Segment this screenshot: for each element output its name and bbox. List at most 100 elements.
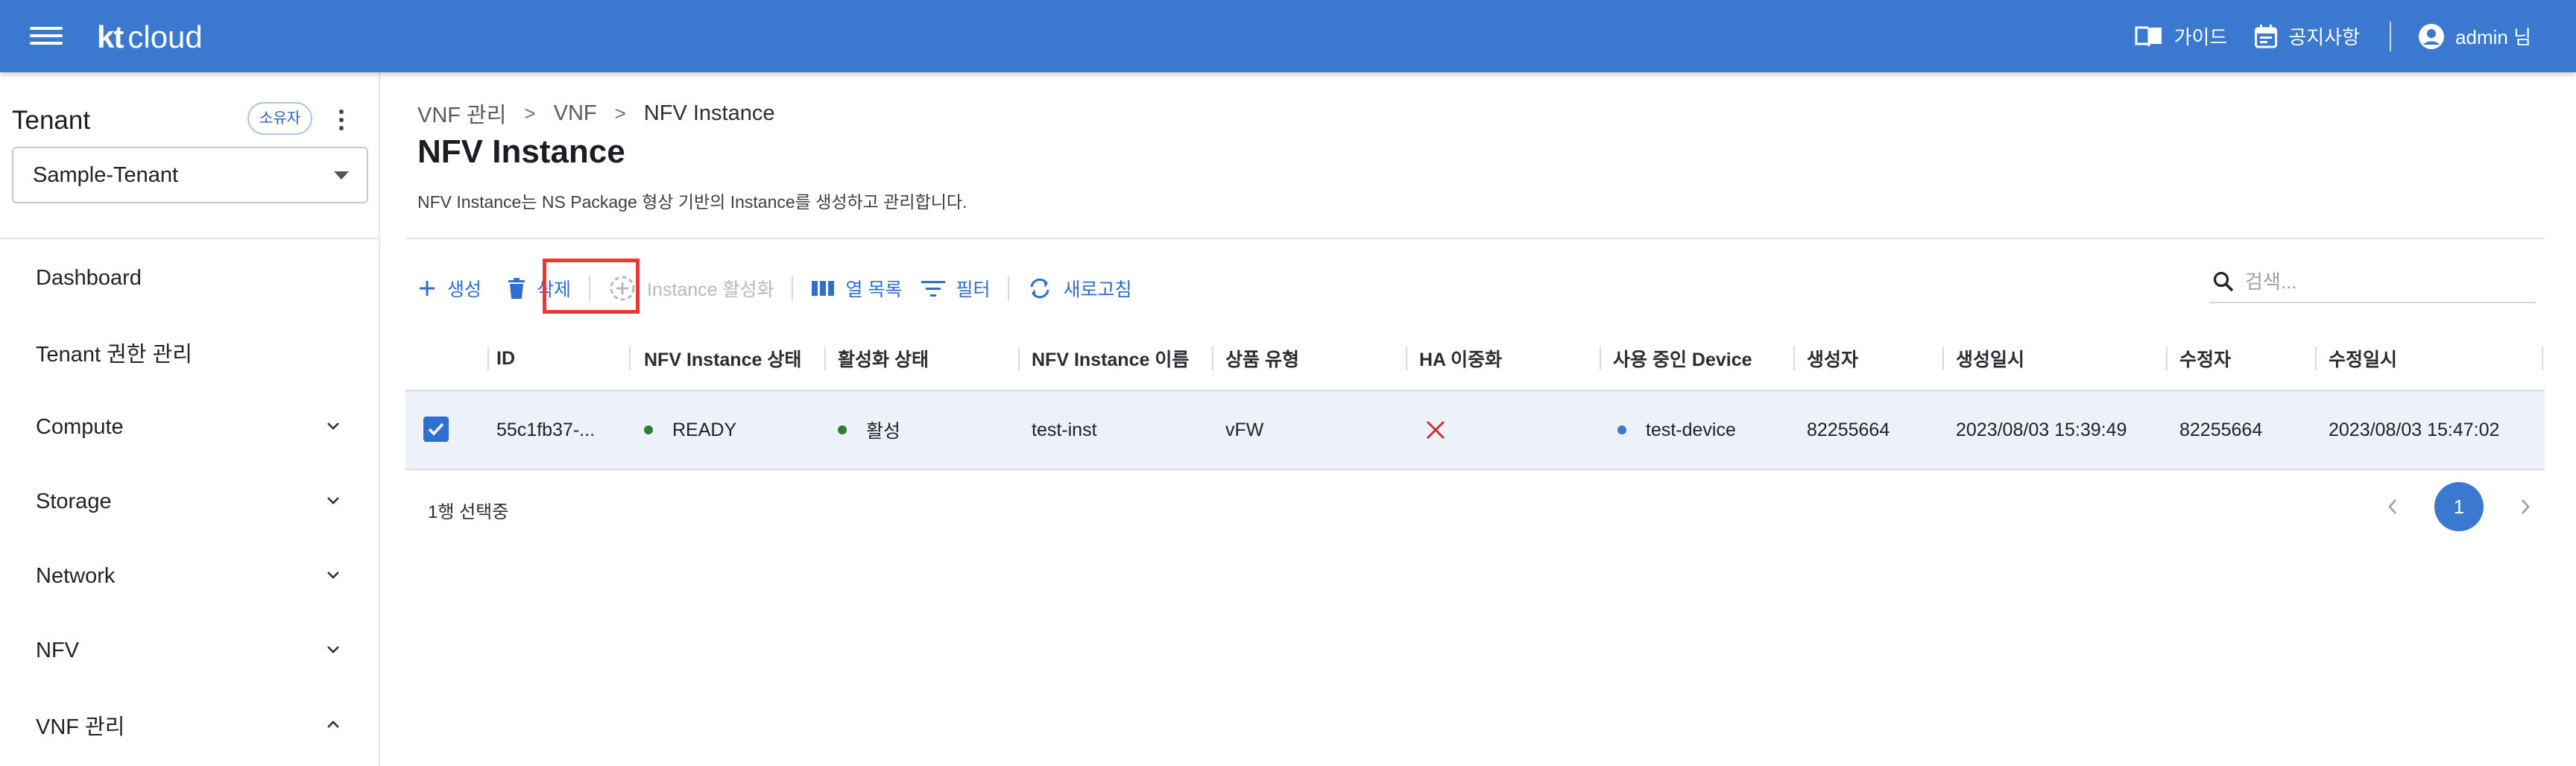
delete-label: 삭제 bbox=[537, 279, 572, 300]
column-header-ha[interactable]: HA 이중화 bbox=[1419, 327, 1502, 390]
filter-button[interactable]: 필터 bbox=[921, 275, 990, 302]
column-header-nfv-status[interactable]: NFV Instance 상태 bbox=[644, 327, 801, 390]
toolbar-divider bbox=[589, 276, 591, 301]
column-separator bbox=[824, 346, 826, 370]
table-row[interactable]: 55c1fb37-... READY 활성 test-inst vFW test… bbox=[405, 390, 2545, 470]
hamburger-menu-icon[interactable] bbox=[30, 22, 63, 49]
column-separator bbox=[629, 346, 631, 370]
breadcrumb-vnf-management[interactable]: VNF 관리 bbox=[417, 98, 506, 129]
prev-page-icon[interactable] bbox=[2378, 492, 2408, 522]
kt-cloud-logo[interactable]: kt cloud bbox=[97, 15, 203, 60]
tenant-title: Tenant bbox=[12, 106, 91, 135]
pagination: 1 bbox=[2378, 482, 2540, 531]
close-icon bbox=[1426, 420, 1445, 440]
sidebar-item-dashboard[interactable]: Dashboard bbox=[0, 248, 379, 308]
page-title: NFV Instance bbox=[417, 133, 625, 170]
column-separator bbox=[487, 346, 489, 370]
toolbar-divider bbox=[792, 276, 794, 301]
column-header-modifier[interactable]: 수정자 bbox=[2179, 327, 2231, 390]
refresh-button[interactable]: 새로고침 bbox=[1027, 275, 1131, 302]
sidebar-item-tenant-permission[interactable]: Tenant 권한 관리 bbox=[0, 323, 379, 382]
tenant-select[interactable]: Sample-Tenant bbox=[12, 147, 368, 203]
cell-product-type: vFW bbox=[1225, 419, 1264, 440]
chevron-down-icon bbox=[327, 572, 339, 579]
logo-cloud: cloud bbox=[127, 19, 203, 54]
column-header-created-at[interactable]: 생성일시 bbox=[1956, 327, 2024, 390]
notice-link[interactable]: 공지사항 bbox=[2254, 22, 2360, 50]
column-header-device[interactable]: 사용 중인 Device bbox=[1613, 327, 1752, 390]
column-separator bbox=[1212, 346, 1213, 370]
chevron-up-icon bbox=[327, 721, 339, 728]
user-name: admin 님 bbox=[2455, 26, 2531, 48]
next-page-icon[interactable] bbox=[2510, 492, 2540, 522]
column-separator bbox=[1406, 346, 1407, 370]
cell-instance-name: test-inst bbox=[1032, 419, 1097, 440]
user-menu[interactable]: admin 님 bbox=[2418, 22, 2531, 50]
cell-ha bbox=[1425, 391, 1446, 469]
guide-link[interactable]: 가이드 bbox=[2134, 22, 2227, 50]
sidebar-item-network[interactable]: Network bbox=[0, 546, 379, 606]
sidebar-item-label: Network bbox=[36, 563, 116, 588]
column-list-button[interactable]: 열 목록 bbox=[811, 275, 902, 302]
check-icon bbox=[428, 422, 444, 436]
sidebar-item-storage[interactable]: Storage bbox=[0, 472, 379, 531]
search-input[interactable] bbox=[2245, 270, 2521, 294]
refresh-icon bbox=[1030, 278, 1049, 299]
column-header-activation[interactable]: 활성화 상태 bbox=[838, 327, 929, 390]
sidebar-item-vnf-management[interactable]: VNF 관리 bbox=[0, 695, 379, 755]
row-checkbox[interactable] bbox=[423, 417, 449, 442]
filter-icon bbox=[921, 281, 946, 297]
search-icon bbox=[2213, 271, 2234, 292]
cell-creator: 82255664 bbox=[1807, 419, 1890, 440]
device-dot-icon bbox=[1617, 425, 1626, 434]
sidebar-divider bbox=[0, 238, 379, 239]
cell-created-at: 2023/08/03 15:39:49 bbox=[1956, 419, 2127, 440]
header-divider bbox=[405, 238, 2545, 239]
cell-activation: 활성 bbox=[838, 391, 900, 469]
more-vert-icon[interactable] bbox=[332, 107, 350, 133]
delete-button[interactable]: 삭제 bbox=[507, 275, 571, 302]
column-separator bbox=[1600, 346, 1601, 370]
toolbar: 생성 삭제 Instance 활성화 열 목록 필터 새로고침 bbox=[417, 259, 1131, 314]
column-separator bbox=[2315, 346, 2317, 370]
column-header-creator[interactable]: 생성자 bbox=[1807, 327, 1858, 390]
breadcrumb-vnf[interactable]: VNF bbox=[554, 101, 597, 126]
sidebar-item-nfv[interactable]: NFV bbox=[0, 621, 379, 680]
sidebar-item-label: Storage bbox=[36, 489, 112, 513]
breadcrumb-chevron-icon: > bbox=[614, 101, 626, 124]
column-separator bbox=[2542, 346, 2543, 370]
column-header-id[interactable]: ID bbox=[496, 327, 515, 390]
plus-icon bbox=[420, 281, 435, 296]
chevron-down-icon bbox=[327, 422, 339, 430]
sidebar-item-label: NFV bbox=[36, 638, 79, 662]
trash-icon bbox=[508, 278, 525, 299]
search-box[interactable] bbox=[2209, 262, 2536, 303]
column-header-product-type[interactable]: 상품 유형 bbox=[1225, 327, 1299, 390]
cell-id: 55c1fb37-... bbox=[496, 419, 596, 440]
column-separator bbox=[1942, 346, 1944, 370]
sidebar-item-compute[interactable]: Compute bbox=[0, 397, 379, 457]
column-header-instance-name[interactable]: NFV Instance 이름 bbox=[1032, 327, 1189, 390]
page-number-current[interactable]: 1 bbox=[2434, 482, 2484, 531]
account-circle-icon bbox=[2419, 23, 2445, 49]
column-separator bbox=[2166, 346, 2168, 370]
logo-kt: kt bbox=[97, 19, 124, 54]
instance-activate-label: Instance 활성화 bbox=[647, 279, 774, 300]
page-description: NFV Instance는 NS Package 형상 기반의 Instance… bbox=[417, 192, 967, 212]
cell-nfv-status-text: READY bbox=[672, 419, 737, 440]
create-label: 생성 bbox=[447, 279, 482, 300]
sidebar: Tenant 소유자 Sample-Tenant Dashboard Tenan… bbox=[0, 72, 380, 766]
toolbar-divider bbox=[1008, 276, 1010, 301]
view-column-icon bbox=[812, 281, 835, 296]
column-separator bbox=[1018, 346, 1020, 370]
create-button[interactable]: 생성 bbox=[417, 275, 482, 302]
cell-device-text: test-device bbox=[1646, 419, 1736, 440]
column-header-modified-at[interactable]: 수정일시 bbox=[2329, 327, 2397, 390]
calendar-icon bbox=[2255, 24, 2278, 48]
instance-activate-button[interactable]: Instance 활성화 bbox=[608, 274, 774, 303]
status-dot-icon bbox=[644, 425, 653, 434]
breadcrumb: VNF 관리 > VNF > NFV Instance bbox=[417, 98, 774, 129]
filter-label: 필터 bbox=[956, 279, 991, 300]
notice-label: 공지사항 bbox=[2288, 26, 2361, 48]
cell-modifier: 82255664 bbox=[2179, 419, 2263, 440]
